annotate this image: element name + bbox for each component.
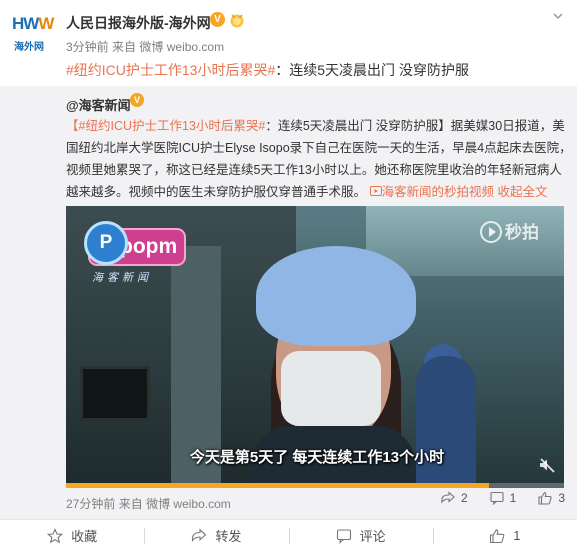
comment-icon [490,491,504,505]
repost-like-count: 3 [558,491,565,505]
post-meta: 3分钟前 来自 微博 weibo.com [66,38,224,55]
repost-time[interactable]: 27分钟前 [66,497,115,511]
comment-label: 评论 [359,529,386,544]
video-link[interactable]: 海客新闻的秒拍视频 [369,185,498,199]
thumbs-up-icon [538,491,552,505]
repost-like-button[interactable]: 3 [538,491,565,505]
repost-actions: 2 1 3 [419,491,565,505]
comment-button[interactable]: 评论 [288,520,433,551]
repost-verified-icon: V [130,93,144,107]
like-button[interactable]: 1 [432,520,577,551]
repost-hashtag[interactable]: #纽约ICU护士工作13小时后累哭# [79,119,266,133]
like-count: 1 [513,528,521,543]
repost-share-count: 2 [460,491,468,505]
collapse-link[interactable]: 收起全文 [498,185,548,199]
repost-body: 【#纽约ICU护士工作13小时后累哭#：连续5天凌晨出门 没穿防护服】据美媒30… [66,115,572,203]
repost-card: @海客新闻 V 【#纽约ICU护士工作13小时后累哭#：连续5天凌晨出门 没穿防… [0,86,577,519]
chevron-down-icon[interactable] [552,10,564,22]
like-icon [490,528,505,543]
star-icon [47,527,64,543]
video-nurse-mask [281,351,381,426]
post-from-label: 来自 [112,40,137,54]
repost-label: 转发 [215,529,242,544]
video-player[interactable]: popm P 海客新闻 秒拍 今天是第5天了 每天连续工作13个小时 [66,206,564,488]
share-icon [441,491,455,504]
repost-author[interactable]: @海客新闻 [66,95,131,114]
play-link-icon [369,186,382,196]
gold-member-icon [230,14,244,28]
repost-meta: 27分钟前 来自 微博 weibo.com [66,495,231,512]
repost-comment-count: 1 [509,491,517,505]
repost-comment-button[interactable]: 1 [490,491,517,505]
verified-badge-icon: V [210,12,225,27]
avatar-logo: HWW [12,14,54,33]
miaopai-watermark-label: 秒拍 [505,223,539,242]
popm-logo-subtitle: 海客新闻 [92,272,152,284]
mute-icon[interactable] [538,456,556,474]
video-monitor [80,366,150,421]
video-subtitle: 今天是第5天了 每天连续工作13个小时 [189,449,445,466]
repost-share-button[interactable]: 2 [441,491,468,505]
popm-logo-circle: P [84,221,128,265]
video-link-label: 海客新闻的秒拍视频 [381,185,495,199]
video-progress-track[interactable] [66,483,564,488]
bottom-action-bar: 收藏 转发 评论 1 [0,519,577,551]
miaopai-watermark: 秒拍 [480,218,539,243]
post-time[interactable]: 3分钟前 [66,40,109,54]
repost-button[interactable]: 转发 [144,520,288,551]
repost-icon [192,528,207,542]
post-hashtag[interactable]: #纽约ICU护士工作13小时后累哭# [66,62,275,78]
account-avatar[interactable]: HWW 海外网 [12,14,54,54]
repost-source[interactable]: 微博 weibo.com [146,497,231,511]
account-name[interactable]: 人民日报海外版-海外网 [66,13,211,33]
post-source[interactable]: 微博 weibo.com [139,40,224,54]
miaopai-play-icon [480,221,502,243]
repost-from-label: 来自 [118,497,143,511]
video-nurse-cap [256,246,416,346]
repost-bracket: 【 [66,119,79,133]
collect-button[interactable]: 收藏 [0,520,144,551]
avatar-site-label: 海外网 [14,42,44,53]
video-progress-fill [66,483,490,488]
collect-label: 收藏 [71,529,98,544]
post-body: ：连续5天凌晨出门 没穿防护服 [275,62,469,78]
post-text: #纽约ICU护士工作13小时后累哭#：连续5天凌晨出门 没穿防护服 [66,60,469,80]
comment-bubble-icon [336,528,351,544]
video-background-person-body [416,356,476,488]
